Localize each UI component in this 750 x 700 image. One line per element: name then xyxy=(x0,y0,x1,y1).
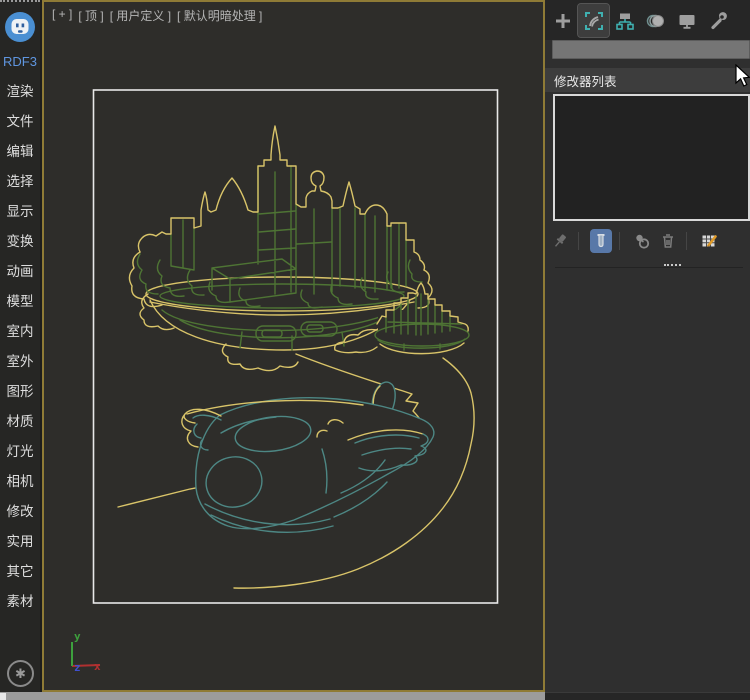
command-panel: 修改器列表 xyxy=(545,0,750,692)
sidebar-item-interior[interactable]: 室内 xyxy=(0,317,40,347)
sidebar-item-shapes[interactable]: 图形 xyxy=(0,377,40,407)
rollout-separator xyxy=(555,267,743,268)
viewport-drawing: x y z xyxy=(44,2,543,690)
viewport-menu-general[interactable]: [ + ] xyxy=(52,7,72,24)
tab-utilities[interactable] xyxy=(702,4,733,37)
mouse-cursor xyxy=(735,64,750,88)
show-end-result-button[interactable] xyxy=(590,229,612,253)
toolbar-separator xyxy=(578,232,579,250)
tab-motion[interactable] xyxy=(640,4,671,37)
tab-hierarchy[interactable] xyxy=(609,4,640,37)
hierarchy-icon xyxy=(615,11,635,31)
app-logo[interactable] xyxy=(4,11,36,43)
tab-create[interactable] xyxy=(547,4,578,37)
configure-modifier-sets-button[interactable] xyxy=(698,229,720,253)
modifier-list-label: 修改器列表 xyxy=(545,71,617,90)
sidebar-item-render[interactable]: 渲染 xyxy=(0,77,40,107)
sidebar-item-transform[interactable]: 变换 xyxy=(0,227,40,257)
brand-label: RDF3 xyxy=(0,54,40,69)
application-window: RDF3 渲染 文件 编辑 选择 显示 变换 动画 模型 室内 室外 图形 材质… xyxy=(0,0,750,700)
motion-circles-icon xyxy=(646,11,666,31)
viewport[interactable]: [ + ] [ 顶 ] [ 用户定义 ] [ 默认明暗处理 ] xyxy=(42,0,545,692)
make-unique-button[interactable] xyxy=(631,229,653,253)
viewport-label: [ + ] [ 顶 ] [ 用户定义 ] [ 默认明暗处理 ] xyxy=(52,7,262,24)
sidebar-item-edit[interactable]: 编辑 xyxy=(0,137,40,167)
modifier-list-dropdown[interactable]: 修改器列表 xyxy=(545,68,750,92)
tab-modify[interactable] xyxy=(578,4,609,37)
flying-car xyxy=(182,382,434,532)
axis-y-label: y xyxy=(74,630,81,643)
sidebar-item-lights[interactable]: 灯光 xyxy=(0,437,40,467)
sidebar-item-display[interactable]: 显示 xyxy=(0,197,40,227)
sidebar-item-model[interactable]: 模型 xyxy=(0,287,40,317)
remove-modifier-button[interactable] xyxy=(657,229,679,253)
modifier-stack-toolbar xyxy=(545,228,750,254)
object-name-field[interactable] xyxy=(552,40,750,59)
track-bar-grip[interactable] xyxy=(0,693,6,700)
gear-icon[interactable]: ✱ xyxy=(7,660,34,687)
left-sidebar: RDF3 渲染 文件 编辑 选择 显示 变换 动画 模型 室内 室外 图形 材质… xyxy=(0,0,40,692)
panel-resize-grip[interactable] xyxy=(664,264,681,268)
trash-icon xyxy=(659,232,677,250)
toolbar-separator xyxy=(686,232,687,250)
sidebar-item-modify[interactable]: 修改 xyxy=(0,497,40,527)
create-plus-icon xyxy=(553,11,573,31)
axis-x-label: x xyxy=(94,660,101,673)
axis-gizmo: x y z xyxy=(72,630,101,674)
sidebar-menu: 渲染 文件 编辑 选择 显示 变换 动画 模型 室内 室外 图形 材质 灯光 相… xyxy=(0,77,40,617)
display-monitor-icon xyxy=(677,11,697,31)
command-panel-tabs xyxy=(545,0,750,40)
modify-icon xyxy=(584,11,604,31)
utilities-wrench-icon xyxy=(708,11,728,31)
gear-glyph: ✱ xyxy=(15,666,26,682)
sidebar-item-file[interactable]: 文件 xyxy=(0,107,40,137)
sidebar-item-assets[interactable]: 素材 xyxy=(0,587,40,617)
vial-icon xyxy=(592,232,610,250)
make-unique-icon xyxy=(633,232,651,250)
sidebar-item-other[interactable]: 其它 xyxy=(0,557,40,587)
sidebar-item-camera[interactable]: 相机 xyxy=(0,467,40,497)
bottom-panel-strip xyxy=(545,692,750,700)
sidebar-item-utility[interactable]: 实用 xyxy=(0,527,40,557)
viewport-menu-shading[interactable]: [ 默认明暗处理 ] xyxy=(177,7,262,24)
viewport-menu-pov[interactable]: [ 顶 ] xyxy=(78,7,103,24)
ghost-logo-icon xyxy=(4,11,36,43)
sidebar-item-animation[interactable]: 动画 xyxy=(0,257,40,287)
pin-icon xyxy=(551,232,569,250)
track-bar[interactable] xyxy=(0,692,545,700)
tab-display[interactable] xyxy=(671,4,702,37)
sidebar-item-select[interactable]: 选择 xyxy=(0,167,40,197)
sidebar-item-material[interactable]: 材质 xyxy=(0,407,40,437)
viewport-menu-user[interactable]: [ 用户定义 ] xyxy=(110,7,171,24)
toolbar-separator xyxy=(619,232,620,250)
grid-pencil-icon xyxy=(700,232,718,250)
modifier-stack-list[interactable] xyxy=(553,94,750,221)
pin-stack-button[interactable] xyxy=(549,229,571,253)
sidebar-item-exterior[interactable]: 室外 xyxy=(0,347,40,377)
axis-z-label: z xyxy=(74,661,81,674)
